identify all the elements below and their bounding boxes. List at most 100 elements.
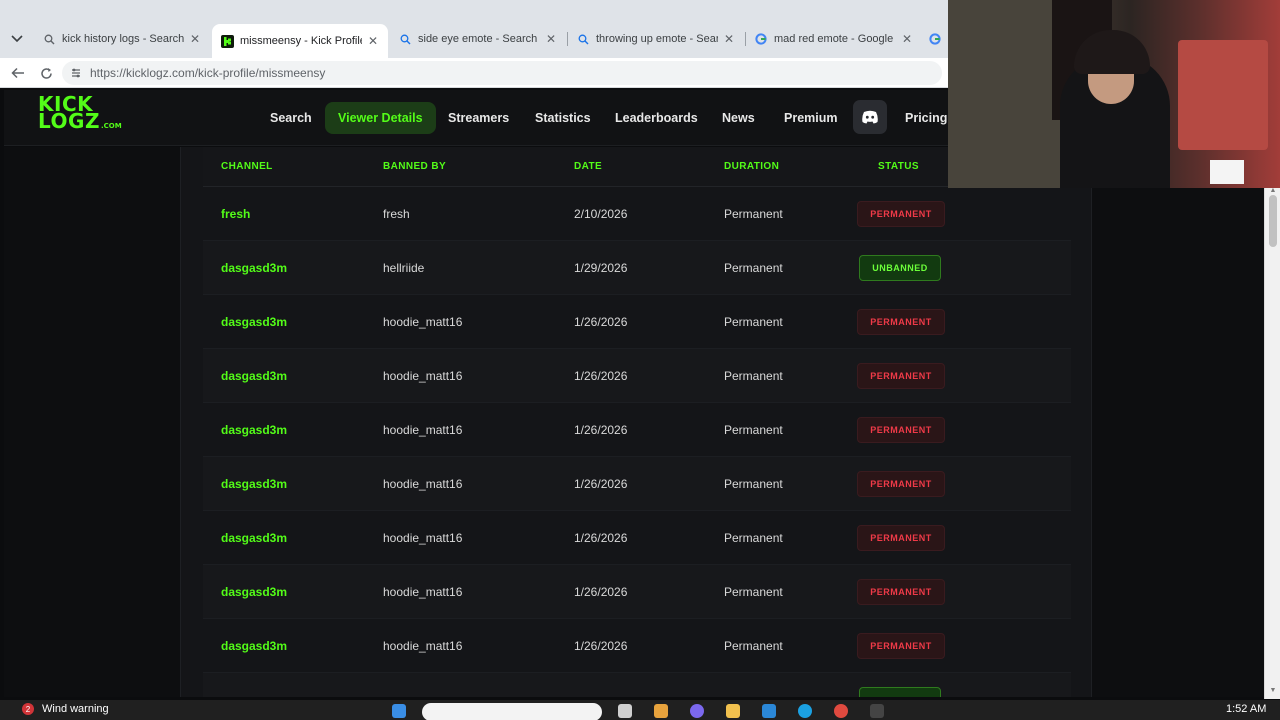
cell-duration: Permanent — [724, 531, 783, 545]
webcam-light — [1210, 160, 1244, 184]
chrome-icon[interactable] — [834, 704, 848, 718]
close-icon[interactable]: ✕ — [900, 32, 914, 46]
google-icon — [754, 32, 768, 46]
discord-icon — [862, 110, 878, 124]
webcam-wall — [948, 0, 1068, 188]
tab-title: missmeensy - Kick Profile — [240, 35, 362, 47]
table-row: dasgasd3m hoodie_matt16 1/26/2026 Perman… — [203, 619, 1071, 673]
nav-search[interactable]: Search — [270, 106, 312, 130]
close-icon[interactable]: ✕ — [188, 32, 202, 46]
nav-news[interactable]: News — [722, 106, 755, 130]
tab-missmeensy-kick-profile[interactable]: missmeensy - Kick Profile ✕ — [212, 24, 388, 58]
tab-title: throwing up emote - Search I — [596, 33, 718, 45]
cell-channel[interactable]: dasgasd3m — [221, 531, 287, 545]
windows-start-icon[interactable] — [392, 704, 406, 718]
cell-channel[interactable]: dasgasd3m — [221, 423, 287, 437]
cell-duration: Permanent — [724, 585, 783, 599]
table-header: CHANNEL BANNED BY DATE DURATION STATUS — [203, 147, 1071, 187]
table-row: dasgasd3m hoodie_matt16 1/26/2026 Perman… — [203, 457, 1071, 511]
webcam-cabinet — [1178, 40, 1268, 150]
tab-mad-red-emote[interactable]: mad red emote - Google Sea ✕ — [746, 26, 922, 52]
edge-icon[interactable] — [798, 704, 812, 718]
logo-domain: .COM — [100, 122, 122, 130]
cell-channel[interactable]: dasgasd3m — [221, 585, 287, 599]
nav-streamers[interactable]: Streamers — [448, 106, 509, 130]
status-badge: PERMANENT — [857, 525, 945, 551]
status-badge: PERMANENT — [857, 471, 945, 497]
back-button[interactable] — [6, 62, 30, 84]
taskbar-search[interactable] — [422, 703, 602, 720]
app-icon[interactable] — [870, 704, 884, 718]
cell-channel[interactable]: dasgasd3m — [221, 369, 287, 383]
cell-date: 1/26/2026 — [574, 585, 628, 599]
close-icon[interactable]: ✕ — [544, 32, 558, 46]
weather-widget[interactable]: 2 Wind warning — [22, 703, 109, 715]
cell-banned-by: hoodie_matt16 — [383, 423, 463, 437]
nav-statistics[interactable]: Statistics — [535, 106, 591, 130]
table-row-partial — [203, 673, 1071, 697]
nav-leaderboards[interactable]: Leaderboards — [615, 106, 698, 130]
scrollbar-thumb[interactable] — [1269, 195, 1277, 247]
cell-duration: Permanent — [724, 261, 783, 275]
tab-kick-history-logs[interactable]: kick history logs - Search ✕ — [34, 26, 210, 52]
cell-banned-by: hoodie_matt16 — [383, 531, 463, 545]
discord-button[interactable] — [853, 100, 887, 134]
cell-channel[interactable]: fresh — [221, 207, 250, 221]
page-content: CHANNEL BANNED BY DATE DURATION STATUS f… — [4, 147, 1264, 697]
file-explorer-icon[interactable] — [726, 704, 740, 718]
url-bar[interactable]: https://kicklogz.com/kick-profile/missme… — [62, 61, 942, 85]
reload-button[interactable] — [34, 62, 58, 84]
task-view-icon[interactable] — [618, 704, 632, 718]
cell-channel[interactable]: dasgasd3m — [221, 639, 287, 653]
arrow-left-icon — [11, 67, 24, 79]
cell-banned-by: fresh — [383, 207, 410, 221]
header-banned-by[interactable]: BANNED BY — [383, 161, 446, 172]
webcam-overlay — [948, 0, 1280, 188]
kicklogz-logo[interactable]: KICK LOGZ.COM — [38, 94, 122, 140]
windows-taskbar: 2 Wind warning 1:52 AM — [0, 700, 1280, 720]
table-row: dasgasd3m hoodie_matt16 1/26/2026 Perman… — [203, 349, 1071, 403]
cell-channel[interactable]: dasgasd3m — [221, 261, 287, 275]
reload-icon — [40, 67, 52, 79]
nav-pricing[interactable]: Pricing — [905, 106, 947, 130]
app-icon[interactable] — [654, 704, 668, 718]
close-icon[interactable]: ✕ — [722, 32, 736, 46]
teams-icon[interactable] — [690, 704, 704, 718]
tab-google-overflow[interactable] — [924, 26, 948, 52]
tab-search-menu-button[interactable] — [4, 28, 30, 50]
table-row: dasgasd3m hellriide 1/29/2026 Permanent … — [203, 241, 1071, 295]
cell-date: 1/26/2026 — [574, 531, 628, 545]
store-icon[interactable] — [762, 704, 776, 718]
header-date[interactable]: DATE — [574, 161, 602, 172]
table-row: dasgasd3m hoodie_matt16 1/26/2026 Perman… — [203, 511, 1071, 565]
site-info-icon[interactable] — [70, 67, 82, 79]
tab-side-eye-emote[interactable]: side eye emote - Search Imag ✕ — [390, 26, 566, 52]
tab-throwing-up-emote[interactable]: throwing up emote - Search I ✕ — [568, 26, 744, 52]
status-badge: UNBANNED — [859, 255, 941, 281]
cell-date: 1/26/2026 — [574, 423, 628, 437]
tab-title: kick history logs - Search — [62, 33, 184, 45]
nav-viewer-details[interactable]: Viewer Details — [325, 102, 436, 134]
status-badge: PERMANENT — [857, 201, 945, 227]
cell-date: 1/26/2026 — [574, 639, 628, 653]
page-scrollbar[interactable]: ▲ ▼ — [1264, 187, 1280, 699]
status-badge: PERMANENT — [857, 633, 945, 659]
cell-banned-by: hoodie_matt16 — [383, 585, 463, 599]
header-channel[interactable]: CHANNEL — [221, 161, 273, 172]
scroll-down-icon[interactable]: ▼ — [1269, 687, 1277, 695]
cell-duration: Permanent — [724, 477, 783, 491]
header-duration[interactable]: DURATION — [724, 161, 779, 172]
close-icon[interactable]: ✕ — [366, 34, 380, 48]
cell-channel[interactable]: dasgasd3m — [221, 477, 287, 491]
url-text: https://kicklogz.com/kick-profile/missme… — [90, 66, 326, 80]
cell-banned-by: hoodie_matt16 — [383, 477, 463, 491]
scroll-up-icon[interactable]: ▲ — [1269, 187, 1277, 195]
nav-premium[interactable]: Premium — [784, 106, 838, 130]
search-icon — [576, 32, 590, 46]
cell-banned-by: hoodie_matt16 — [383, 369, 463, 383]
taskbar-clock[interactable]: 1:52 AM — [1226, 703, 1266, 715]
header-status[interactable]: STATUS — [878, 161, 919, 172]
logo-line-2: LOGZ — [38, 109, 100, 133]
cell-channel[interactable]: dasgasd3m — [221, 315, 287, 329]
chevron-down-icon — [11, 35, 23, 43]
